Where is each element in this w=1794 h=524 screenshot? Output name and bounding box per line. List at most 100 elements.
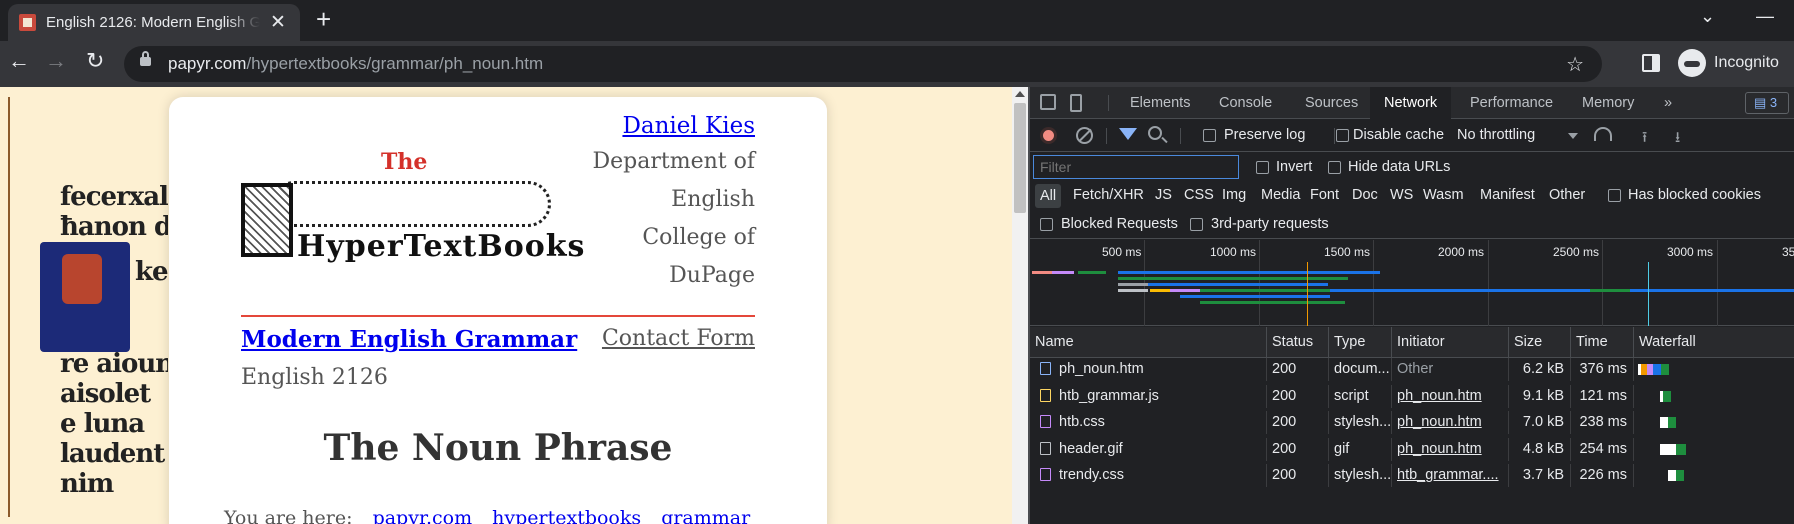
- filter-input[interactable]: [1033, 155, 1239, 179]
- manuscript-line: aisolet: [60, 379, 151, 409]
- type-filter-fetch-xhr[interactable]: Fetch/XHR: [1073, 187, 1144, 203]
- back-arrow-icon[interactable]: ←: [8, 50, 30, 72]
- request-row[interactable]: header.gif 200 gif ph_noun.htm 4.8 kB 254 ms: [1030, 437, 1794, 461]
- col-waterfall[interactable]: Waterfall: [1634, 327, 1794, 357]
- type-filter-media[interactable]: Media: [1261, 187, 1301, 203]
- blocked-requests-checkbox[interactable]: [1040, 218, 1053, 231]
- type-filter-wasm[interactable]: Wasm: [1423, 187, 1464, 203]
- tab-close-icon[interactable]: ✕: [270, 13, 286, 32]
- network-conditions-icon[interactable]: [1594, 127, 1612, 141]
- type-filter-doc[interactable]: Doc: [1352, 187, 1378, 203]
- throttling-select[interactable]: No throttling: [1457, 127, 1535, 143]
- overview-bar: [1148, 283, 1328, 286]
- request-row[interactable]: ph_noun.htm 200 docum... Other 6.2 kB 376 ms: [1030, 358, 1794, 381]
- issues-badge[interactable]: ▤ 3: [1745, 92, 1789, 114]
- manuscript-line: ke: [135, 257, 168, 287]
- third-party-checkbox[interactable]: [1190, 218, 1203, 231]
- device-toolbar-icon[interactable]: [1070, 94, 1082, 112]
- tab-search-chevron-icon[interactable]: ⌄: [1700, 6, 1715, 27]
- forward-arrow-icon[interactable]: →: [45, 50, 67, 72]
- cell-initiator[interactable]: ph_noun.htm: [1392, 437, 1509, 461]
- cell-status: 200: [1267, 384, 1329, 408]
- filter-icon[interactable]: [1119, 128, 1137, 140]
- cell-name: ph_noun.htm: [1030, 358, 1267, 381]
- cell-waterfall: [1634, 411, 1794, 434]
- cell-status: 200: [1267, 464, 1329, 487]
- col-time[interactable]: Time: [1571, 327, 1634, 357]
- stylesheet-icon: [1040, 468, 1051, 481]
- side-panel-icon[interactable]: [1642, 54, 1660, 72]
- type-filter-js[interactable]: JS: [1155, 187, 1172, 203]
- author-link[interactable]: Daniel Kies: [622, 113, 755, 139]
- type-filter-css[interactable]: CSS: [1184, 187, 1214, 203]
- course-link[interactable]: Modern English Grammar: [241, 326, 577, 353]
- cell-name: trendy.css: [1030, 464, 1267, 487]
- tab-elements[interactable]: Elements: [1130, 95, 1190, 111]
- bookmark-star-icon[interactable]: ☆: [1566, 52, 1584, 77]
- cell-waterfall: [1634, 358, 1794, 381]
- tick-label: 2500 ms: [1553, 245, 1600, 259]
- more-tabs-icon[interactable]: »: [1664, 95, 1672, 111]
- type-filter-manifest[interactable]: Manifest: [1480, 187, 1535, 203]
- header-divider: [241, 315, 755, 317]
- record-icon[interactable]: [1040, 127, 1057, 144]
- import-har-icon[interactable]: [1642, 127, 1654, 143]
- col-type[interactable]: Type: [1329, 327, 1392, 357]
- request-row[interactable]: trendy.css 200 stylesh... htb_grammar.... 3.…: [1030, 464, 1794, 487]
- has-blocked-cookies-checkbox[interactable]: [1608, 189, 1621, 202]
- address-bar[interactable]: papyr.com/hypertextbooks/grammar/ph_noun…: [124, 46, 1602, 82]
- col-size[interactable]: Size: [1509, 327, 1571, 357]
- search-icon[interactable]: [1148, 126, 1162, 140]
- invert-checkbox[interactable]: [1256, 161, 1269, 174]
- browser-toolbar: ← → ↻ papyr.com/hypertextbooks/grammar/p…: [0, 41, 1794, 87]
- tab-console[interactable]: Console: [1219, 95, 1272, 111]
- type-filter-font[interactable]: Font: [1310, 187, 1339, 203]
- type-filter-other[interactable]: Other: [1549, 187, 1585, 203]
- export-har-icon[interactable]: [1675, 127, 1687, 143]
- disable-cache-checkbox[interactable]: [1336, 129, 1349, 142]
- inspect-element-icon[interactable]: [1040, 94, 1056, 110]
- waterfall-segment: [1676, 470, 1684, 481]
- col-status[interactable]: Status: [1267, 327, 1329, 357]
- minimize-icon[interactable]: —: [1756, 6, 1774, 27]
- preserve-log-label: Preserve log: [1224, 127, 1306, 143]
- type-filter-all[interactable]: All: [1035, 184, 1062, 208]
- breadcrumb-link[interactable]: papyr.com: [373, 507, 473, 524]
- tab-performance[interactable]: Performance: [1470, 95, 1553, 111]
- type-filter-img[interactable]: Img: [1222, 187, 1246, 203]
- network-overview[interactable]: 500 ms 1000 ms 1500 ms 2000 ms 2500 ms 3…: [1030, 240, 1794, 326]
- contact-form-link[interactable]: Contact Form: [602, 326, 755, 351]
- tab-memory[interactable]: Memory: [1582, 95, 1634, 111]
- tab-network[interactable]: Network: [1370, 87, 1452, 119]
- breadcrumb-link[interactable]: grammar: [661, 507, 750, 524]
- incognito-label[interactable]: Incognito: [1714, 54, 1779, 72]
- chevron-down-icon[interactable]: [1568, 133, 1578, 139]
- preserve-log-checkbox[interactable]: [1203, 129, 1216, 142]
- separator: [1106, 128, 1107, 144]
- type-filter-ws[interactable]: WS: [1390, 187, 1413, 203]
- col-name[interactable]: Name: [1030, 327, 1267, 357]
- hide-data-urls-label: Hide data URLs: [1348, 159, 1451, 175]
- incognito-icon[interactable]: [1678, 49, 1706, 77]
- clear-icon[interactable]: [1076, 127, 1093, 144]
- scroll-up-arrow-icon[interactable]: [1015, 91, 1025, 97]
- load-event-marker: [1648, 262, 1649, 326]
- hide-data-urls-checkbox[interactable]: [1328, 161, 1341, 174]
- cell-initiator[interactable]: ph_noun.htm: [1392, 384, 1509, 408]
- cell-initiator[interactable]: htb_grammar....: [1392, 464, 1509, 487]
- col-initiator[interactable]: Initiator: [1392, 327, 1509, 357]
- cell-initiator[interactable]: ph_noun.htm: [1392, 411, 1509, 434]
- request-row[interactable]: htb_grammar.js 200 script ph_noun.htm 9.1 kB…: [1030, 384, 1794, 408]
- new-tab-button[interactable]: +: [316, 6, 331, 32]
- breadcrumb-link[interactable]: hypertextbooks: [492, 507, 641, 524]
- logo-the-text: The: [381, 149, 428, 175]
- cell-status: 200: [1267, 411, 1329, 434]
- scroll-thumb[interactable]: [1014, 103, 1026, 213]
- browser-tab[interactable]: English 2126: Modern English Grammar ✕: [8, 4, 300, 41]
- tab-sources[interactable]: Sources: [1305, 95, 1358, 111]
- lock-icon[interactable]: [140, 51, 151, 66]
- reload-icon[interactable]: ↻: [86, 50, 104, 72]
- page-scrollbar[interactable]: [1012, 87, 1028, 524]
- request-name: htb_grammar.js: [1059, 387, 1159, 404]
- request-row[interactable]: htb.css 200 stylesh... ph_noun.htm 7.0 kB 238…: [1030, 411, 1794, 434]
